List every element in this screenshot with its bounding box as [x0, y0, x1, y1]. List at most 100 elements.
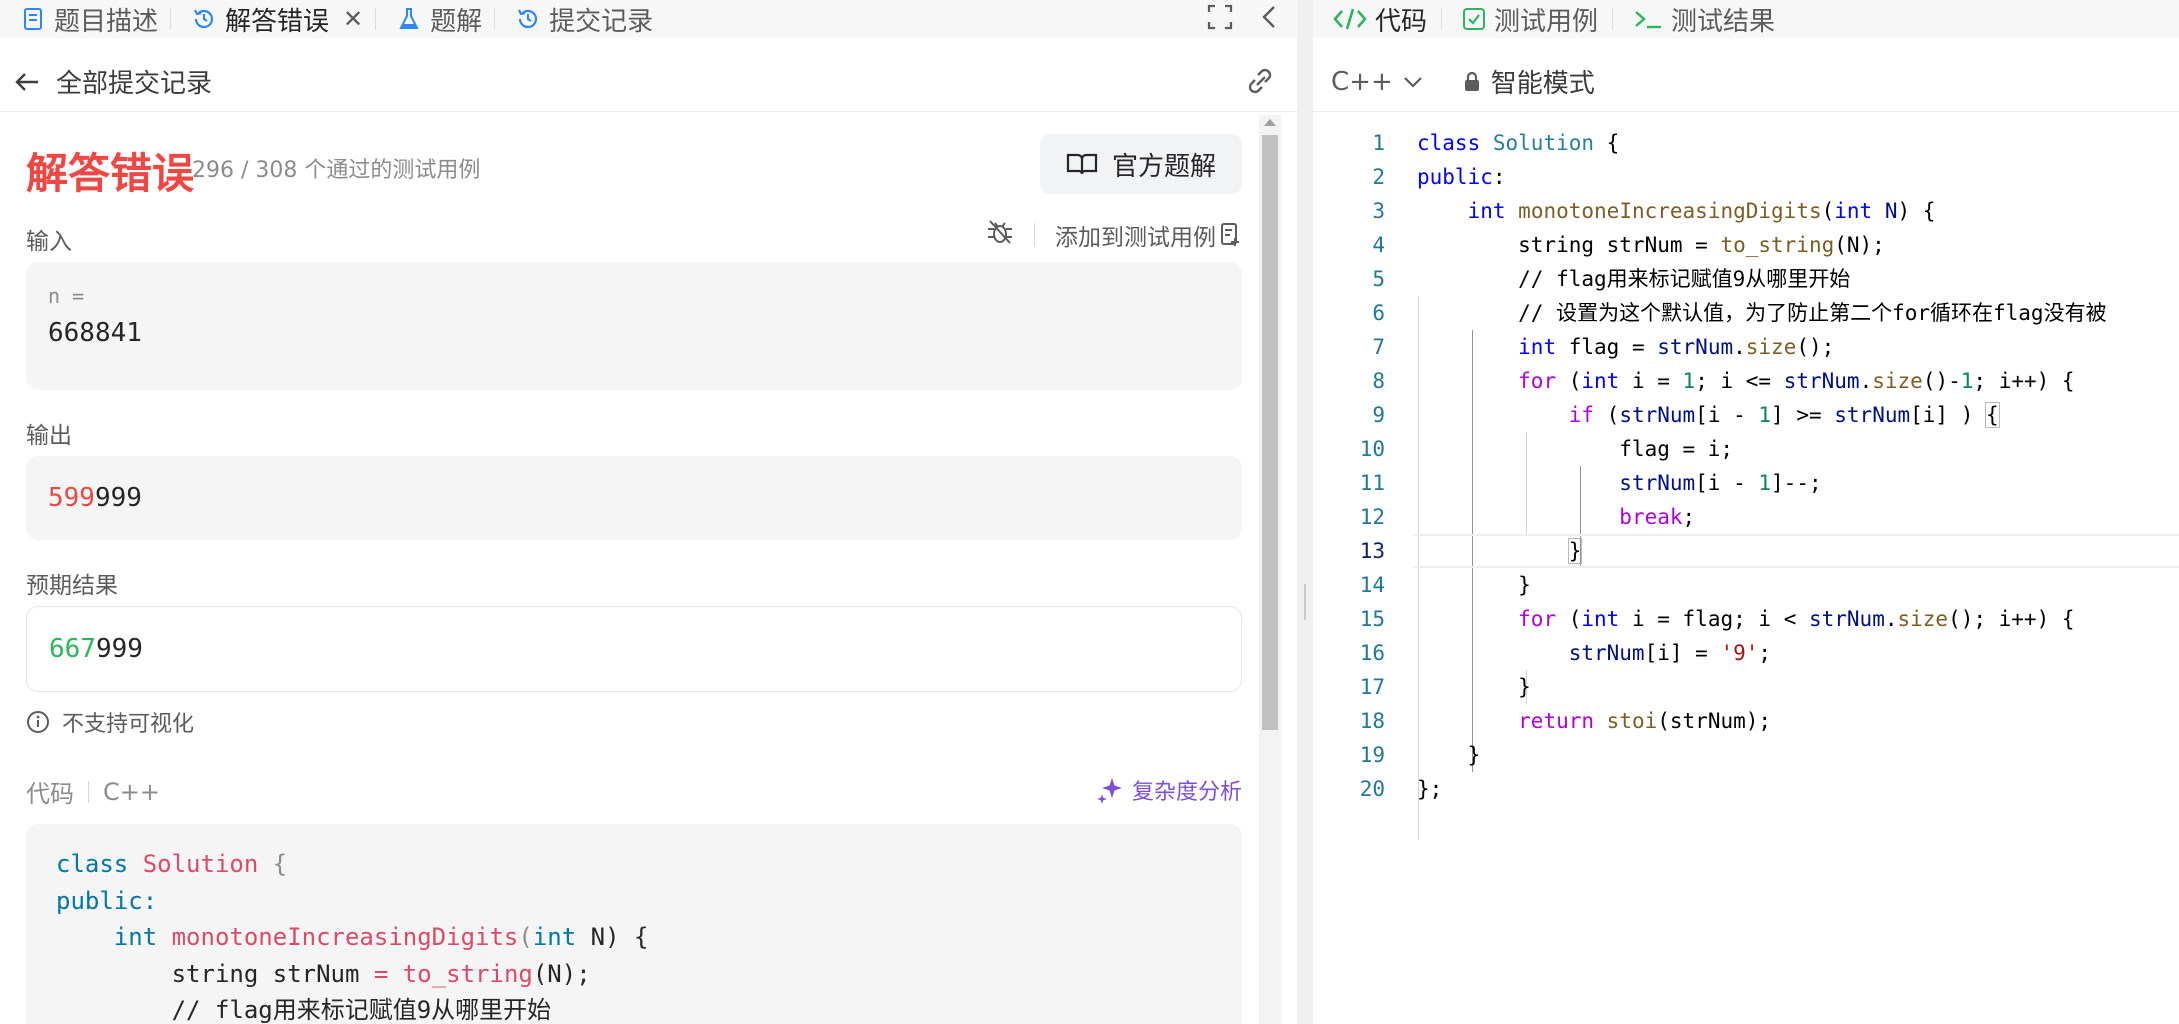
output-box: 599 999: [26, 456, 1242, 540]
tab-code-label: 代码: [1375, 6, 1428, 37]
tab-testcases-label: 测试用例: [1494, 6, 1599, 37]
editor-line: 6 // 设置为这个默认值，为了防止第二个for循环在flag没有被: [1372, 301, 2107, 325]
input-value: 668841: [48, 318, 142, 348]
left-tab-bar: 题目描述 解答错误 ✕ 题解 提交记录: [0, 0, 1297, 38]
scroll-thumb[interactable]: [1262, 135, 1278, 730]
editor-line: 1 class Solution {: [1372, 131, 1620, 155]
input-var-name: n =: [48, 284, 85, 308]
fullscreen-icon[interactable]: [1207, 4, 1233, 34]
no-visualization-text: 不支持可视化: [62, 712, 195, 737]
submitted-code: class Solution { public: int monotoneInc…: [26, 824, 1242, 1024]
expected-box: 667 999: [26, 606, 1242, 692]
editor-line: 14 }: [1359, 573, 1531, 597]
share-link-icon[interactable]: [1243, 66, 1277, 100]
tab-test-result[interactable]: 测试结果: [1613, 0, 1789, 38]
language-select[interactable]: C++: [1331, 67, 1423, 97]
input-label: 输入: [26, 229, 72, 255]
no-visualization-note: 不支持可视化: [26, 706, 1242, 738]
smart-mode[interactable]: 智能模式: [1463, 63, 1595, 100]
tab-submissions[interactable]: 提交记录: [495, 0, 665, 38]
expected-diff: 667: [49, 634, 96, 664]
info-icon: [26, 710, 50, 734]
output-diff: 599: [48, 483, 95, 513]
tab-solutions-label: 题解: [430, 6, 483, 37]
chevron-down-icon: [1403, 75, 1423, 89]
editor-line: 8 for (int i = 1; i <= strNum.size()-1; …: [1372, 369, 2075, 393]
submission-detail: 解答错误 296 / 308 个通过的测试用例 官方题解 输入 添加到测试用例: [26, 118, 1242, 1024]
add-to-testcase-button[interactable]: 添加到测试用例: [1055, 218, 1216, 252]
checkbox-icon: [1462, 7, 1486, 31]
output-same: 999: [94, 483, 142, 513]
tab-testcases[interactable]: 测试用例: [1442, 0, 1612, 38]
back-arrow-icon[interactable]: [12, 67, 42, 97]
submission-header: 全部提交记录: [0, 52, 1297, 112]
passed-testcases: 296 / 308 个通过的测试用例: [192, 158, 481, 183]
scroll-up-icon[interactable]: [1264, 119, 1276, 126]
code-icon: [1333, 7, 1367, 31]
terminal-icon: [1633, 7, 1663, 31]
tab-description-label: 题目描述: [54, 6, 159, 37]
code-line: class Solution {: [56, 850, 288, 878]
complexity-analysis-label: 复杂度分析: [1131, 780, 1242, 805]
output-label: 输出: [26, 423, 72, 449]
editor-line: 12 break;: [1359, 505, 1696, 529]
right-tab-bar: 代码 测试用例 测试结果: [1313, 0, 2179, 38]
editor-line: 15 for (int i = flag; i < strNum.size();…: [1359, 607, 2075, 631]
code-section-header: 代码 C++ 复杂度分析: [26, 766, 1242, 816]
lock-icon: [1463, 71, 1481, 93]
result-status: 解答错误: [26, 149, 195, 198]
smart-mode-label: 智能模式: [1490, 69, 1595, 99]
right-panel: 代码 测试用例 测试结果 C++ 智能模式 1 class Solution {…: [1313, 0, 2179, 1024]
collapse-left-icon[interactable]: [1261, 4, 1277, 34]
editor-line: 3 int monotoneIncreasingDigits(int N) {: [1372, 199, 1936, 223]
all-submissions-link[interactable]: 全部提交记录: [56, 63, 212, 100]
editor-line-current: 13 }: [1313, 534, 2179, 568]
editor-line: 7 int flag = strNum.size();: [1372, 335, 1835, 359]
editor-line: 16 strNum[i] = '9';: [1359, 641, 1772, 665]
left-scrollbar[interactable]: [1259, 115, 1281, 1024]
editor-line: 18 return stoi(strNum);: [1359, 709, 1772, 733]
code-language: C++: [103, 777, 160, 806]
editor-line: 11 strNum[i - 1]--;: [1359, 471, 1822, 495]
book-icon: [1066, 152, 1098, 176]
history-icon: [191, 6, 217, 32]
input-box: n = 668841: [26, 262, 1242, 390]
editor-line: 20};: [1359, 777, 1443, 801]
editor-line: 10 flag = i;: [1359, 437, 1734, 461]
official-solution-label: 官方题解: [1111, 151, 1216, 182]
close-icon[interactable]: ✕: [343, 5, 363, 33]
expected-label: 预期结果: [26, 573, 118, 599]
code-editor[interactable]: 1 class Solution { 2 public: 3 int monoton…: [1313, 126, 2179, 840]
editor-line: 9 if (strNum[i - 1] >= strNum[i] ) {: [1372, 402, 2000, 428]
add-testcase-icon[interactable]: [1220, 222, 1242, 248]
code-line: int monotoneIncreasingDigits(int N) {: [56, 923, 649, 951]
tab-wrong-answer[interactable]: 解答错误 ✕: [171, 0, 375, 38]
editor-line: 19 }: [1359, 743, 1481, 767]
code-label: 代码: [26, 780, 74, 808]
code-line: string strNum = to_string(N);: [56, 959, 591, 988]
sparkle-icon: [1096, 776, 1124, 804]
panel-resize-handle[interactable]: [1297, 0, 1313, 1024]
editor-toolbar: C++ 智能模式: [1313, 52, 2179, 112]
editor-line: 5 // flag用来标记赋值9从哪里开始: [1372, 267, 1851, 291]
editor-line: 2 public:: [1372, 165, 1506, 189]
tab-test-result-label: 测试结果: [1671, 6, 1776, 37]
editor-line: 4 string strNum = to_string(N);: [1372, 233, 1885, 257]
doc-icon: [20, 6, 46, 32]
complexity-analysis-button[interactable]: 复杂度分析: [1096, 774, 1242, 806]
tab-submissions-label: 提交记录: [549, 6, 654, 37]
expected-same: 999: [95, 634, 143, 664]
editor-line: 17 }: [1359, 675, 1531, 699]
left-panel: 题目描述 解答错误 ✕ 题解 提交记录 全部提交记录 解答错误 296 / 30…: [0, 0, 1297, 1024]
official-solution-button[interactable]: 官方题解: [1040, 134, 1242, 194]
drag-grip[interactable]: [1304, 584, 1306, 620]
debug-icon[interactable]: [986, 219, 1014, 251]
language-value: C++: [1331, 66, 1393, 97]
tab-description[interactable]: 题目描述: [0, 0, 170, 38]
history-icon: [515, 6, 541, 32]
tab-code[interactable]: 代码: [1313, 0, 1441, 38]
tab-solutions[interactable]: 题解: [376, 0, 494, 38]
flask-icon: [396, 6, 422, 32]
tab-wrong-answer-label: 解答错误: [225, 6, 330, 37]
code-line: public:: [56, 886, 158, 915]
